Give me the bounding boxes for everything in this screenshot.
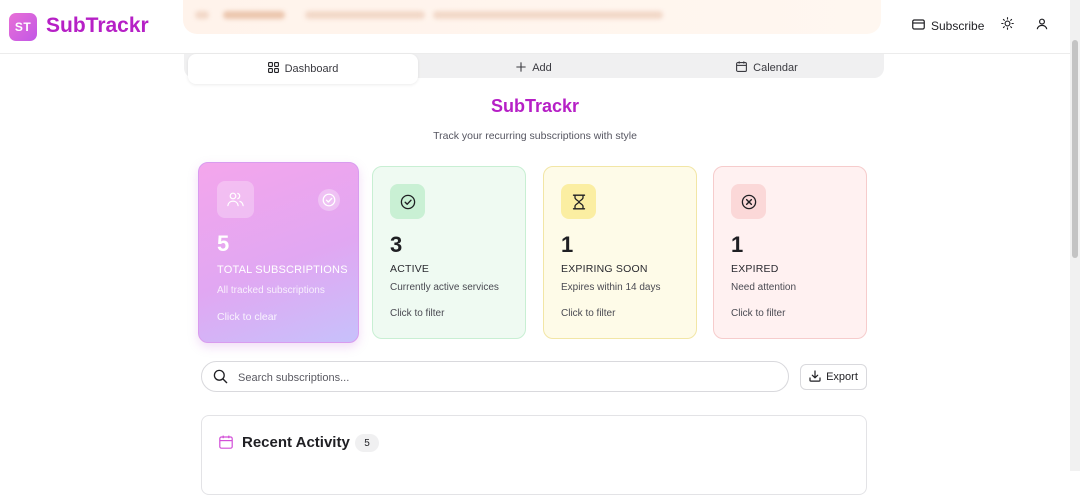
total-subscriptions-description: All tracked subscriptions [217,285,325,296]
active-description: Currently active services [390,282,499,293]
active-hint: Click to filter [390,308,445,319]
tab-dashboard-label: Dashboard [284,63,339,75]
scrollbar-thumb[interactable] [1072,40,1078,258]
scrollbar[interactable] [1070,0,1080,471]
search-box[interactable] [201,361,789,392]
calendar-icon [219,435,233,454]
expiring-soon-hint: Click to filter [561,308,616,319]
recent-activity-panel: Recent Activity 5 [201,415,867,495]
blurred-banner [183,0,881,34]
active-value: 3 [390,232,403,257]
users-icon [217,181,254,218]
expiring-soon-card[interactable]: 1 EXPIRING SOON Expires within 14 days C… [543,166,697,339]
x-circle-icon [731,184,766,219]
app-header: ST SubTrackr Subscribe [0,0,1070,54]
check-circle-icon [390,184,425,219]
expired-description: Need attention [731,282,797,293]
hourglass-icon [561,184,596,219]
expiring-soon-label: EXPIRING SOON [561,263,648,275]
active-label: ACTIVE [390,263,430,275]
export-label: Export [826,371,858,383]
plus-icon [516,61,526,75]
active-card[interactable]: 3 ACTIVE Currently active services Click… [372,166,526,339]
tab-add[interactable]: Add [424,54,644,82]
search-icon [213,369,228,389]
theme-toggle-button[interactable] [995,14,1019,38]
recent-activity-count-badge: 5 [355,434,379,452]
credit-card-icon [912,19,925,33]
expired-card[interactable]: 1 EXPIRED Need attention Click to filter [713,166,867,339]
logo-text[interactable]: SubTrackr [46,14,149,38]
logo-badge[interactable]: ST [9,13,37,41]
total-subscriptions-label: TOTAL SUBSCRIPTIONS [217,264,348,276]
expired-hint: Click to filter [731,308,786,319]
user-icon [1036,17,1048,35]
subscribe-button[interactable]: Subscribe [906,12,990,40]
sun-icon [1000,17,1014,35]
tab-dashboard[interactable]: Dashboard [188,54,418,84]
recent-activity-title: Recent Activity [242,434,350,451]
expired-label: EXPIRED [731,263,779,275]
expiring-soon-value: 1 [561,232,574,257]
expiring-soon-description: Expires within 14 days [561,282,661,293]
total-subscriptions-value: 5 [217,231,230,256]
check-circle-icon [318,189,340,211]
page-title: SubTrackr [490,96,580,116]
subscribe-label: Subscribe [931,19,985,33]
total-subscriptions-hint: Click to clear [217,311,278,323]
main-tabs: Dashboard Add Calendar [184,54,884,84]
grid-icon [267,62,279,76]
profile-button[interactable] [1030,14,1054,38]
export-button[interactable]: Export [800,364,867,390]
total-subscriptions-card[interactable]: 5 TOTAL SUBSCRIPTIONS All tracked subscr… [198,162,359,343]
tab-add-label: Add [532,62,552,74]
tab-calendar-label: Calendar [753,62,798,74]
tab-calendar[interactable]: Calendar [652,54,882,82]
calendar-icon [736,61,748,75]
expired-value: 1 [731,232,744,257]
search-input[interactable] [236,367,780,389]
page-subtitle: Track your recurring subscriptions with … [433,130,637,142]
download-icon [809,369,821,385]
